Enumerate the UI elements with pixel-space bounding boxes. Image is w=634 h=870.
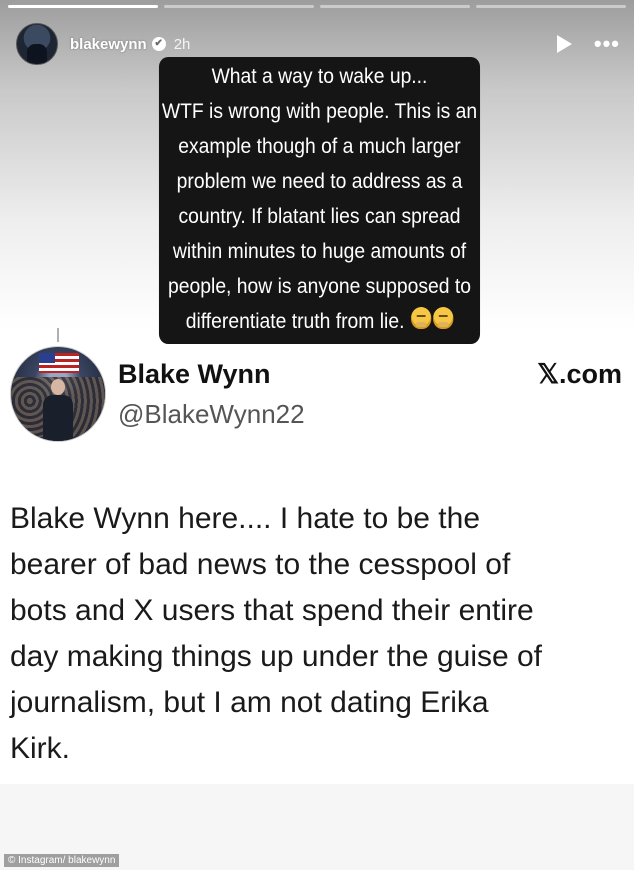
more-options-icon[interactable]: ••• bbox=[594, 33, 620, 55]
divider bbox=[57, 328, 59, 342]
person-image bbox=[43, 379, 73, 441]
story-controls: ••• bbox=[556, 33, 620, 55]
facepalm-emoji-icon bbox=[410, 306, 432, 329]
caption-line-text: differentiate truth from lie. bbox=[185, 310, 405, 333]
post-text-line: bots and X users that spend their entire bbox=[10, 594, 534, 627]
post-text-line: Kirk. bbox=[10, 732, 70, 765]
caption-line: example though of a much larger bbox=[178, 135, 461, 158]
progress-segment bbox=[320, 5, 470, 8]
source-label: 𝕏.com bbox=[537, 359, 622, 389]
progress-segment bbox=[164, 5, 314, 8]
caption-line-last: differentiate truth from lie. bbox=[161, 304, 478, 340]
username[interactable]: blakewynn bbox=[70, 36, 147, 53]
post-body: Blake Wynn here.... I hate to be the bea… bbox=[10, 496, 610, 772]
user-avatar[interactable] bbox=[16, 23, 58, 65]
caption-line: problem we need to address as a bbox=[176, 170, 463, 193]
story-progress-bar bbox=[8, 5, 626, 8]
emoji-group bbox=[409, 305, 454, 340]
flag-image bbox=[39, 353, 79, 373]
post-text-line: day making things up under the guise of bbox=[10, 640, 543, 673]
post-display-name: Blake Wynn bbox=[118, 359, 271, 389]
verified-badge-icon: ✔ bbox=[151, 37, 166, 51]
progress-segment bbox=[8, 5, 158, 8]
facepalm-emoji-icon bbox=[432, 306, 454, 329]
post-text-line: journalism, but I am not dating Erika bbox=[10, 686, 489, 719]
profile-avatar bbox=[10, 346, 106, 442]
caption-line: people, how is anyone supposed to bbox=[168, 275, 471, 298]
caption-line: What a way to wake up... bbox=[211, 65, 428, 88]
post-handle: @BlakeWynn22 bbox=[118, 399, 305, 429]
caption-line: country. If blatant lies can spread bbox=[178, 205, 461, 228]
caption-line: within minutes to huge amounts of bbox=[172, 240, 467, 263]
story-caption: What a way to wake up... WTF is wrong wi… bbox=[158, 57, 481, 344]
post-time: 2h bbox=[173, 35, 191, 53]
play-icon[interactable] bbox=[556, 35, 572, 53]
image-credit: © Instagram/ blakewynn bbox=[4, 854, 120, 867]
post-text-line: Blake Wynn here.... I hate to be the bbox=[10, 502, 481, 535]
post-text-line: bearer of bad news to the cesspool of bbox=[10, 548, 511, 581]
progress-segment bbox=[476, 5, 626, 8]
caption-line: WTF is wrong with people. This is an bbox=[161, 100, 478, 123]
